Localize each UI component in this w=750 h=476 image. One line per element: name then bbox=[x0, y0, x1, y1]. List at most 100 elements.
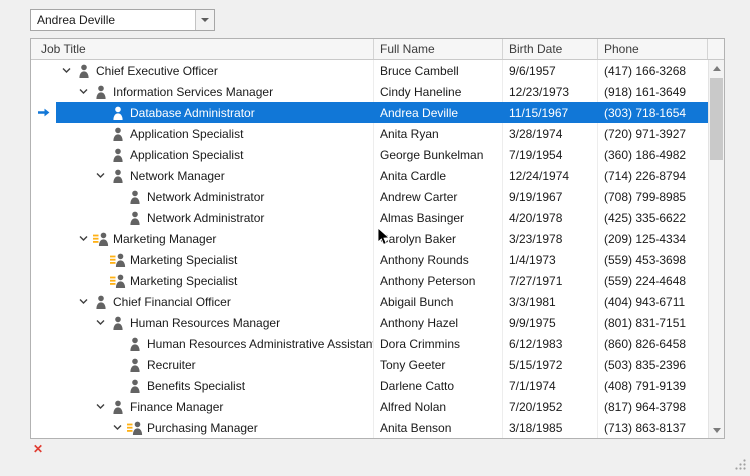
tree-row[interactable]: Marketing Specialist Anthony Peterson 7/27… bbox=[31, 270, 708, 291]
tree-row[interactable]: Network Administrator Andrew Carter 9/19/1… bbox=[31, 186, 708, 207]
tree-row[interactable]: Recruiter Tony Geeter 5/15/1972 (503) 835-2… bbox=[31, 354, 708, 375]
phone-cell: (801) 831-7151 bbox=[604, 315, 687, 330]
row-indicator bbox=[31, 312, 56, 333]
scrollbar-down-button[interactable] bbox=[709, 422, 724, 438]
employee-icon bbox=[125, 211, 145, 225]
full-name-cell: Anita Ryan bbox=[374, 123, 503, 144]
phone-cell: (918) 161-3649 bbox=[604, 84, 687, 99]
job-title-cell: Network Manager bbox=[56, 165, 374, 186]
column-header-full-name[interactable]: Full Name bbox=[374, 39, 503, 59]
phone-cell: (360) 186-4982 bbox=[604, 147, 687, 162]
column-header-phone[interactable]: Phone bbox=[598, 39, 708, 59]
tree-row[interactable]: Marketing Manager Carolyn Baker 3/23/1978 (… bbox=[31, 228, 708, 249]
employee-icon bbox=[108, 400, 128, 414]
employee-lookup-value[interactable]: Andrea Deville bbox=[31, 10, 195, 30]
row-indicator bbox=[31, 165, 56, 186]
full-name-cell: Anthony Rounds bbox=[374, 249, 503, 270]
employee-icon bbox=[91, 295, 111, 309]
job-title-cell: Database Administrator bbox=[56, 102, 374, 123]
birth-date-cell: 7/20/1952 bbox=[503, 396, 598, 417]
column-header-job-title[interactable]: Job Title bbox=[31, 39, 374, 59]
row-indicator bbox=[31, 396, 56, 417]
full-name-cell: Andrea Deville bbox=[380, 105, 459, 120]
full-name-cell: Anita Benson bbox=[374, 417, 503, 438]
row-indicator bbox=[31, 417, 56, 438]
employee-icon bbox=[108, 148, 128, 162]
phone-cell: (417) 166-3268 bbox=[604, 63, 687, 78]
full-name-cell: Anthony Peterson bbox=[374, 270, 503, 291]
job-title-text: Application Specialist bbox=[130, 147, 244, 162]
full-name-cell: Anita Cardle bbox=[374, 165, 503, 186]
tree-row[interactable]: Database Administrator Andrea Deville 11/1… bbox=[31, 102, 708, 123]
employee-tasks-icon bbox=[108, 274, 128, 288]
full-name-cell: Darlene Catto bbox=[374, 375, 503, 396]
phone-cell: (817) 964-3798 bbox=[604, 399, 687, 414]
tree-row[interactable]: Application Specialist George Bunkelman 7/… bbox=[31, 144, 708, 165]
job-title-text: Finance Manager bbox=[130, 399, 224, 414]
collapse-button[interactable] bbox=[76, 88, 91, 95]
column-header-birth-date[interactable]: Birth Date bbox=[503, 39, 598, 59]
tree-row[interactable]: Purchasing Manager Anita Benson 3/18/1985 (… bbox=[31, 417, 708, 438]
job-title-cell: Benefits Specialist bbox=[56, 375, 374, 396]
tree-row[interactable]: Network Administrator Almas Basinger 4/20/… bbox=[31, 207, 708, 228]
row-indicator bbox=[31, 207, 56, 228]
job-title-text: Recruiter bbox=[147, 357, 196, 372]
tree-row[interactable]: Network Manager Anita Cardle 12/24/1974 (71… bbox=[31, 165, 708, 186]
job-title-cell: Marketing Specialist bbox=[56, 249, 374, 270]
job-title-cell: Purchasing Manager bbox=[56, 417, 374, 438]
row-indicator bbox=[31, 270, 56, 291]
job-title-text: Network Manager bbox=[130, 168, 225, 183]
birth-date-cell: 4/20/1978 bbox=[503, 207, 598, 228]
employee-tasks-icon bbox=[91, 232, 111, 246]
employee-lookup[interactable]: Andrea Deville bbox=[30, 9, 215, 31]
birth-date-cell: 9/6/1957 bbox=[503, 60, 598, 81]
tree-row[interactable]: Human Resources Administrative Assistant… bbox=[31, 333, 708, 354]
scrollbar-track[interactable] bbox=[709, 76, 724, 422]
phone-cell: (860) 826-6458 bbox=[604, 336, 687, 351]
job-title-text: Chief Executive Officer bbox=[96, 63, 218, 78]
full-name-cell: Cindy Haneline bbox=[374, 81, 503, 102]
scrollbar-thumb[interactable] bbox=[710, 78, 723, 160]
lookup-dropdown-button[interactable] bbox=[195, 10, 214, 30]
error-close-icon[interactable]: ✕ bbox=[33, 443, 43, 455]
collapse-button[interactable] bbox=[93, 403, 108, 410]
resize-grip-icon[interactable] bbox=[735, 459, 747, 474]
tree-row[interactable]: Chief Executive Officer Bruce Cambell 9/6/… bbox=[31, 60, 708, 81]
tree-row[interactable]: Chief Financial Officer Abigail Bunch 3/3/… bbox=[31, 291, 708, 312]
tree-row[interactable]: Information Services Manager Cindy Haneli… bbox=[31, 81, 708, 102]
treelist: Job Title Full Name Birth Date Phone Chi… bbox=[30, 38, 725, 439]
job-title-cell: Marketing Specialist bbox=[56, 270, 374, 291]
job-title-text: Purchasing Manager bbox=[147, 420, 258, 435]
job-title-cell: Network Administrator bbox=[56, 207, 374, 228]
job-title-text: Application Specialist bbox=[130, 126, 244, 141]
job-title-text: Human Resources Manager bbox=[130, 315, 281, 330]
full-name-cell: Bruce Cambell bbox=[374, 60, 503, 81]
phone-cell: (720) 971-3927 bbox=[604, 126, 687, 141]
job-title-cell: Application Specialist bbox=[56, 144, 374, 165]
tree-row[interactable]: Marketing Specialist Anthony Rounds 1/4/19… bbox=[31, 249, 708, 270]
job-title-text: Database Administrator bbox=[130, 105, 255, 120]
birth-date-cell: 12/24/1974 bbox=[503, 165, 598, 186]
phone-cell: (714) 226-8794 bbox=[604, 168, 687, 183]
collapse-button[interactable] bbox=[76, 235, 91, 242]
job-title-text: Network Administrator bbox=[147, 189, 265, 204]
employee-icon bbox=[74, 64, 94, 78]
collapse-button[interactable] bbox=[110, 424, 125, 431]
tree-row[interactable]: Finance Manager Alfred Nolan 7/20/1952 (817… bbox=[31, 396, 708, 417]
employee-icon bbox=[91, 85, 111, 99]
collapse-button[interactable] bbox=[76, 298, 91, 305]
tree-row[interactable]: Human Resources Manager Anthony Hazel 9/9/… bbox=[31, 312, 708, 333]
row-indicator bbox=[31, 144, 56, 165]
employee-icon bbox=[108, 106, 128, 120]
tree-row[interactable]: Application Specialist Anita Ryan 3/28/197… bbox=[31, 123, 708, 144]
collapse-button[interactable] bbox=[93, 319, 108, 326]
phone-cell: (559) 224-4648 bbox=[604, 273, 687, 288]
phone-cell: (425) 335-6622 bbox=[604, 210, 687, 225]
collapse-button[interactable] bbox=[59, 67, 74, 74]
job-title-text: Benefits Specialist bbox=[147, 378, 246, 393]
employee-icon bbox=[108, 316, 128, 330]
collapse-button[interactable] bbox=[93, 172, 108, 179]
scrollbar-up-button[interactable] bbox=[709, 60, 724, 76]
vertical-scrollbar[interactable] bbox=[708, 60, 724, 438]
tree-row[interactable]: Benefits Specialist Darlene Catto 7/1/1974… bbox=[31, 375, 708, 396]
